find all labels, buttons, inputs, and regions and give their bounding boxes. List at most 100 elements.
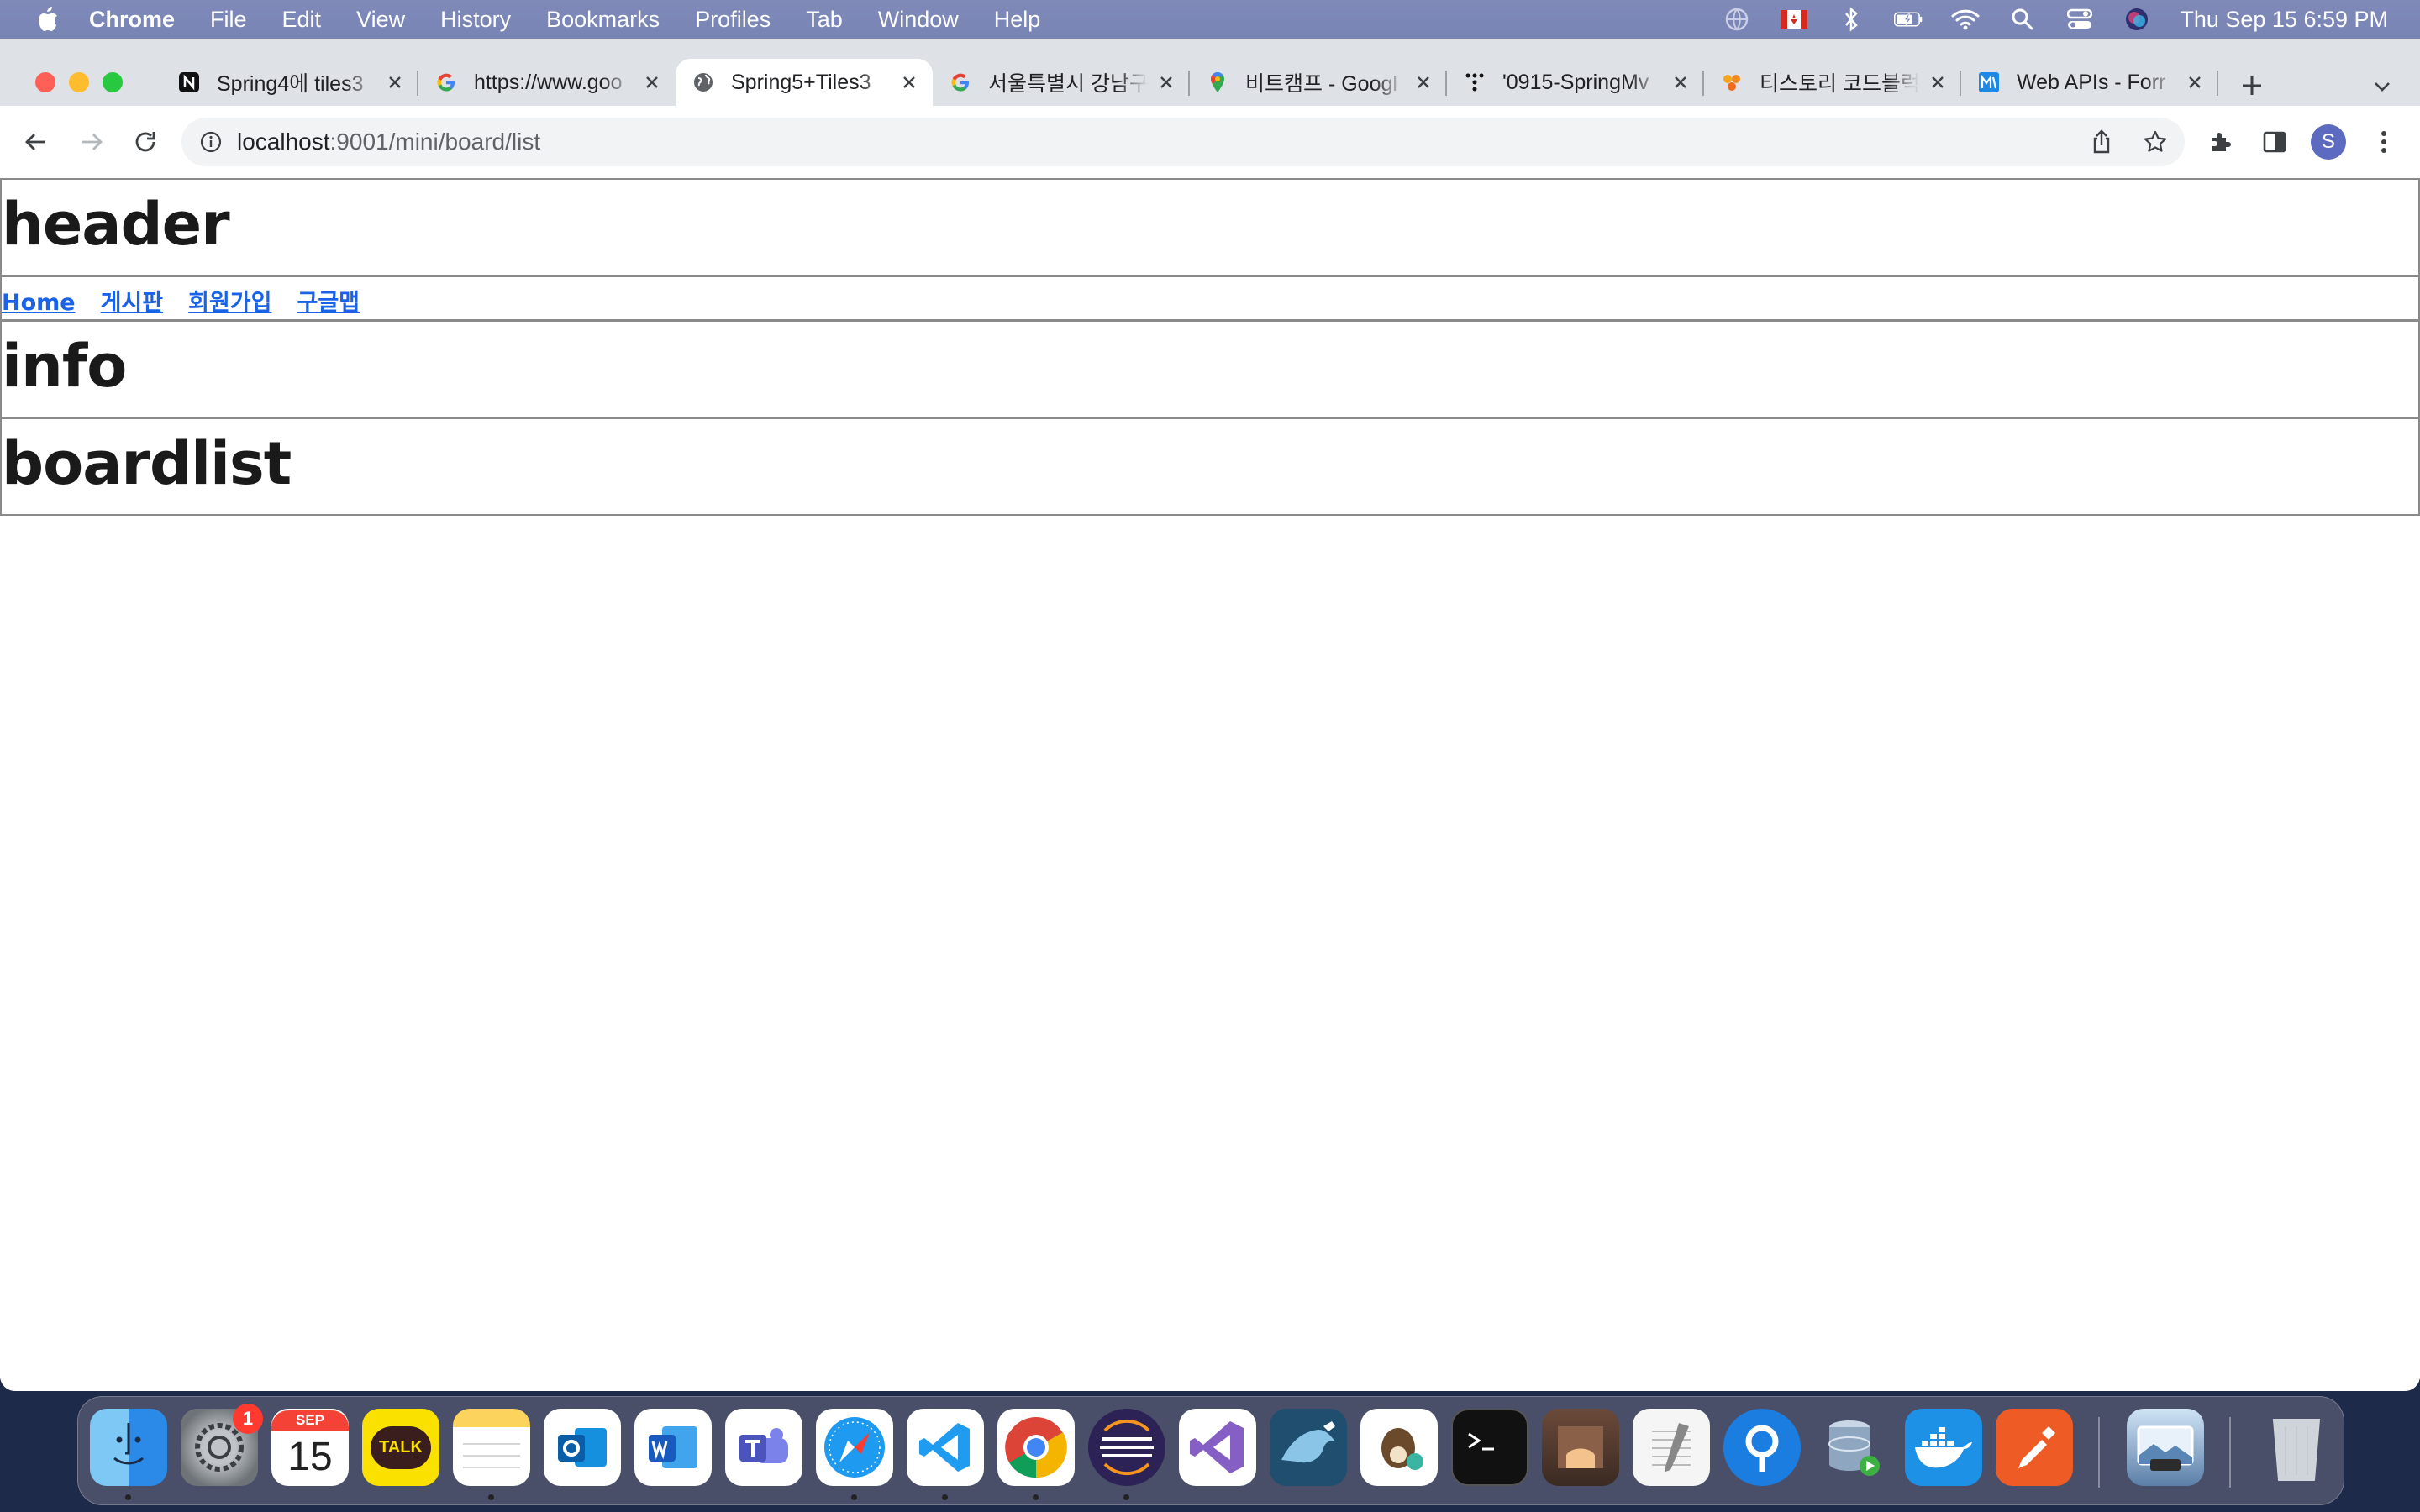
siri-icon[interactable] (2123, 7, 2151, 32)
control-center-icon[interactable] (2065, 7, 2094, 32)
calendar-icon[interactable]: SEP 15 (271, 1409, 349, 1486)
preview-icon[interactable] (2127, 1409, 2204, 1486)
tab-strip: Spring4에 tiles3 https://www.goo Spring5+… (0, 39, 2420, 106)
chrome-menu-icon[interactable] (2366, 124, 2402, 160)
boardlist-heading: boardlist (2, 429, 292, 498)
tab-web-apis-mdn[interactable]: Web APIs - Forr (1961, 59, 2218, 106)
tab-0915-springmvc[interactable]: '0915-SpringMv (1447, 59, 1704, 106)
tab-search-chevron-down-icon[interactable] (2368, 72, 2396, 101)
tab-google-search[interactable]: https://www.goo (418, 59, 676, 106)
menu-bookmarks[interactable]: Bookmarks (546, 7, 660, 33)
vpn-globe-icon[interactable] (1723, 7, 1751, 32)
calendar-day: 15 (287, 1435, 333, 1479)
back-arrow-icon[interactable] (18, 124, 54, 160)
tab-title: Spring4에 tiles3 (217, 72, 364, 96)
profile-avatar[interactable]: S (2311, 124, 2346, 160)
window-minimize-button[interactable] (69, 72, 89, 92)
window-close-button[interactable] (35, 72, 55, 92)
forward-arrow-icon[interactable] (74, 124, 109, 160)
chrome-window: Spring4에 tiles3 https://www.goo Spring5+… (0, 39, 2420, 1391)
menu-file[interactable]: File (210, 7, 247, 33)
docker-icon[interactable] (1905, 1409, 1982, 1486)
bookmark-star-icon[interactable] (2141, 128, 2170, 156)
side-panel-icon[interactable] (2257, 124, 2292, 160)
menu-edit[interactable]: Edit (282, 7, 322, 33)
tab-spring4-tiles3[interactable]: Spring4에 tiles3 (161, 59, 418, 106)
dbeaver-icon[interactable] (1360, 1409, 1438, 1486)
menubar-clock[interactable]: Thu Sep 15 6:59 PM (2180, 7, 2388, 33)
menu-view[interactable]: View (356, 7, 405, 33)
nav-link-signup[interactable]: 회원가입 (188, 290, 271, 316)
notion-icon (176, 70, 202, 95)
safari-icon[interactable] (816, 1409, 893, 1486)
nav-link-home[interactable]: Home (2, 290, 76, 316)
spotlight-search-icon[interactable] (2008, 7, 2037, 32)
sourcetree-icon[interactable] (1723, 1409, 1801, 1486)
reload-icon[interactable] (128, 124, 163, 160)
outlook-icon[interactable] (544, 1409, 621, 1486)
mysql-workbench-icon[interactable] (1270, 1409, 1347, 1486)
finder-icon[interactable] (90, 1409, 167, 1486)
chrome-icon[interactable] (997, 1409, 1075, 1486)
new-tab-button[interactable] (2235, 69, 2269, 102)
tab-close-icon[interactable] (640, 71, 664, 94)
menu-app-name[interactable]: Chrome (89, 7, 175, 33)
apple-menu-icon[interactable] (32, 4, 62, 34)
tab-close-icon[interactable] (1669, 71, 1692, 94)
tab-bitcamp-maps[interactable]: 비트캠프 - Googl (1190, 59, 1447, 106)
tab-close-icon[interactable] (2183, 71, 2207, 94)
site-info-icon[interactable] (197, 128, 225, 156)
eclipse-icon[interactable] (1088, 1409, 1165, 1486)
wifi-icon[interactable] (1951, 7, 1980, 32)
textedit-icon[interactable] (1633, 1409, 1710, 1486)
menu-profiles[interactable]: Profiles (695, 7, 771, 33)
url-text[interactable]: localhost:9001/mini/board/list (237, 118, 540, 166)
system-preferences-icon[interactable]: 1 (181, 1404, 263, 1486)
tab-title: 서울특별시 강남구 (988, 72, 1148, 96)
bluetooth-icon[interactable] (1837, 7, 1865, 32)
menu-help[interactable]: Help (994, 7, 1041, 33)
notification-badge: 1 (233, 1404, 263, 1434)
photo-booth-icon[interactable] (1542, 1409, 1619, 1486)
tab-tistory-codeblock[interactable]: 티스토리 코드블럭 (1704, 59, 1961, 106)
extensions-puzzle-icon[interactable] (2203, 124, 2238, 160)
tab-title: https://www.goo (474, 70, 623, 94)
share-icon[interactable] (2087, 128, 2116, 156)
menu-window[interactable]: Window (878, 7, 959, 33)
tab-close-icon[interactable] (1412, 71, 1435, 94)
word-icon[interactable] (634, 1409, 712, 1486)
postman-icon[interactable] (1996, 1409, 2073, 1486)
tab-close-icon[interactable] (1155, 71, 1178, 94)
google-maps-icon (1205, 70, 1230, 95)
nav-link-board[interactable]: 게시판 (101, 290, 164, 316)
google-icon (434, 70, 459, 95)
tab-spring5-tiles3[interactable]: Spring5+Tiles3 (676, 59, 933, 106)
tab-close-icon[interactable] (383, 71, 407, 94)
window-zoom-button[interactable] (103, 72, 123, 92)
teams-icon[interactable] (725, 1409, 802, 1486)
nav-link-google-map[interactable]: 구글맵 (297, 290, 360, 316)
vscode-icon[interactable] (907, 1409, 984, 1486)
menu-tab[interactable]: Tab (806, 7, 843, 33)
calendar-month: SEP (271, 1410, 349, 1431)
kakaotalk-label: TALK (371, 1425, 431, 1469)
menu-history[interactable]: History (440, 7, 511, 33)
input-source-flag-icon[interactable] (1780, 7, 1808, 32)
content-tile: boardlist (0, 417, 2420, 516)
dots-icon (1462, 70, 1487, 95)
tab-title: 티스토리 코드블럭 (1760, 72, 1919, 96)
tab-title: Spring5+Tiles3 (731, 70, 871, 94)
terminal-icon[interactable] (1451, 1409, 1528, 1486)
kakaotalk-icon[interactable]: TALK (362, 1409, 439, 1486)
tab-seoul-gangnam[interactable]: 서울특별시 강남구 (933, 59, 1190, 106)
notes-icon[interactable] (453, 1409, 530, 1486)
tab-close-icon[interactable] (1926, 71, 1949, 94)
visual-studio-icon[interactable] (1179, 1409, 1256, 1486)
browser-toolbar: localhost:9001/mini/board/list S (0, 106, 2420, 178)
battery-icon[interactable] (1894, 7, 1923, 32)
database-app-icon[interactable] (1814, 1409, 1891, 1486)
trash-icon[interactable] (2258, 1409, 2335, 1486)
address-bar[interactable]: localhost:9001/mini/board/list (182, 118, 2185, 166)
tab-list: Spring4에 tiles3 https://www.goo Spring5+… (161, 59, 2218, 106)
tab-close-icon[interactable] (897, 71, 921, 94)
